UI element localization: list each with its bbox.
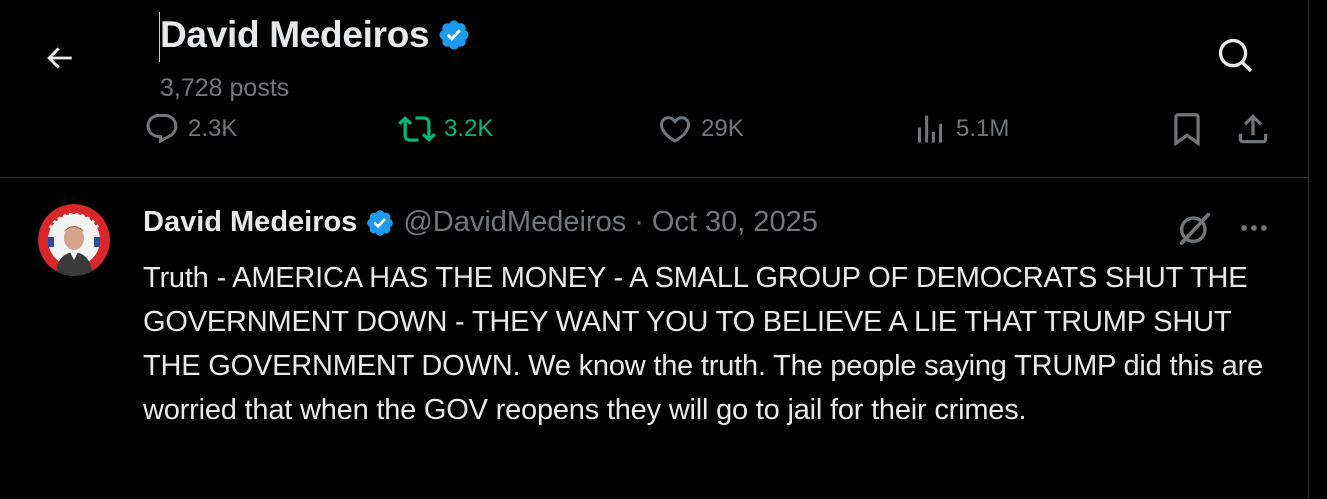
verified-badge-icon (437, 18, 471, 52)
heart-icon (657, 111, 693, 147)
repost-count: 3.2K (444, 115, 494, 142)
repost-button[interactable]: 3.2K (398, 108, 493, 150)
author-name[interactable]: David Medeiros (143, 206, 357, 239)
grok-icon[interactable] (1175, 208, 1215, 248)
reply-icon (144, 111, 180, 147)
search-button[interactable] (1212, 32, 1260, 80)
views-count: 5.1M (956, 115, 1010, 142)
reply-count: 2.3K (188, 115, 238, 142)
views-button[interactable]: 5.1M (912, 108, 1009, 150)
share-button[interactable] (1234, 108, 1272, 150)
tweet-date[interactable]: Oct 30, 2025 (652, 206, 818, 239)
reply-button[interactable]: 2.3K (144, 108, 237, 150)
tweet-header: David Medeiros @DavidMedeiros · Oct 30, … (143, 206, 818, 239)
verified-badge-icon (365, 208, 395, 238)
tweet-menu-icons (1175, 208, 1271, 248)
post-actions: 2.3K 3.2K 29K 5.1M (0, 108, 1309, 150)
more-icon[interactable] (1237, 211, 1271, 245)
like-count: 29K (701, 115, 744, 142)
share-icon (1234, 110, 1272, 148)
header-name: David Medeiros (160, 14, 430, 55)
views-icon (912, 111, 948, 147)
separator-dot: · (634, 206, 644, 238)
avatar[interactable] (38, 204, 110, 276)
bookmark-icon (1168, 110, 1206, 148)
repost-icon (398, 110, 436, 148)
tweet-text: Truth - AMERICA HAS THE MONEY - A SMALL … (143, 262, 1263, 426)
tweet[interactable]: David Medeiros @DavidMedeiros · Oct 30, … (0, 178, 1309, 499)
back-button[interactable] (36, 35, 82, 81)
author-handle[interactable]: @DavidMedeiros (403, 206, 626, 239)
arrow-left-icon (42, 41, 76, 75)
like-button[interactable]: 29K (657, 108, 744, 150)
header-title: David Medeiros (160, 14, 471, 56)
profile-header: David Medeiros 3,728 posts 2.3K 3.2K 29K… (0, 0, 1309, 178)
bookmark-button[interactable] (1168, 108, 1206, 150)
search-icon (1216, 36, 1256, 76)
post-count: 3,728 posts (160, 74, 290, 102)
timeline-column: David Medeiros 3,728 posts 2.3K 3.2K 29K… (0, 0, 1309, 499)
